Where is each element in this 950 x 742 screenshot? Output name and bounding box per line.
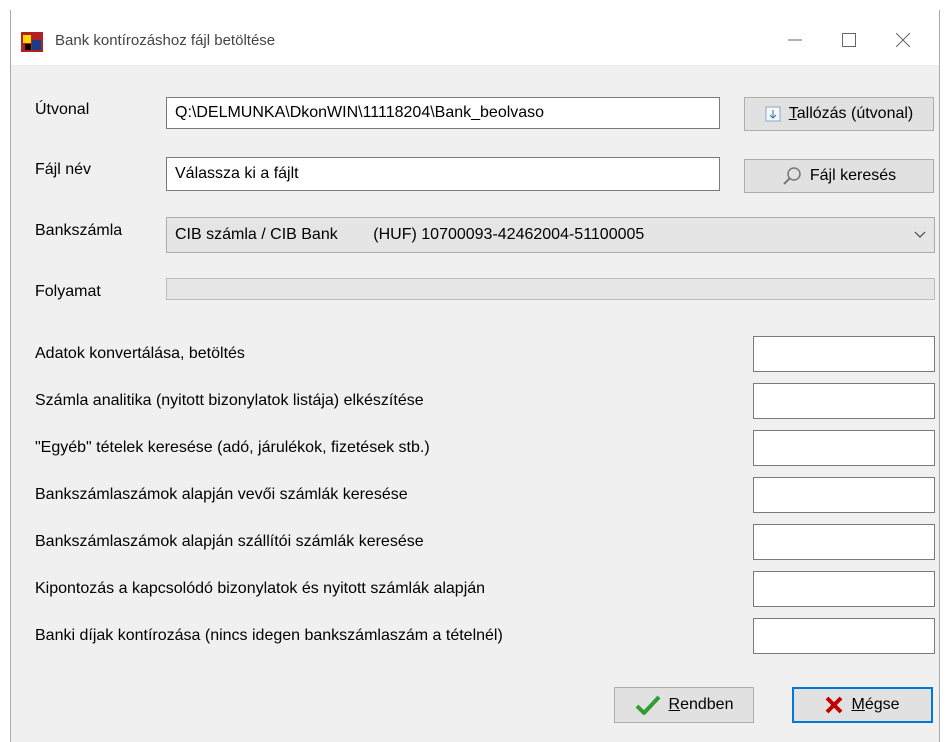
browse-path-label: Tallózás (útvonal) [788, 105, 914, 122]
minimize-icon [788, 39, 802, 41]
step-label: Banki díjak kontírozása (nincs idegen ba… [35, 627, 503, 644]
magnifier-icon [783, 167, 801, 185]
maximize-button[interactable] [829, 24, 869, 56]
ok-label: Rendben [668, 696, 734, 713]
path-input[interactable]: Q:\DELMUNKA\DkonWIN\11118204\Bank_beolva… [166, 97, 720, 129]
ok-button[interactable]: Rendben [614, 687, 754, 723]
progress-label: Folyamat [35, 283, 101, 300]
step-status-box [753, 430, 935, 466]
step-label: Bankszámlaszámok alapján vevői számlák k… [35, 486, 408, 503]
cancel-button[interactable]: Mégse [792, 687, 933, 723]
bank-account-value: CIB számla / CIB Bank (HUF) 10700093-424… [175, 226, 645, 243]
step-label: Adatok konvertálása, betöltés [35, 345, 245, 362]
step-label: Kipontozás a kapcsolódó bizonylatok és n… [35, 580, 486, 597]
file-search-button[interactable]: Fájl keresés [744, 159, 934, 193]
maximize-icon [842, 33, 856, 47]
step-status-box [753, 524, 935, 560]
file-name-input[interactable]: Válassza ki a fájlt [166, 157, 720, 191]
checkmark-icon [635, 695, 660, 715]
x-mark-icon [826, 696, 843, 714]
folder-browse-icon [765, 106, 781, 122]
title-bar[interactable]: Bank kontírozáshoz fájl betöltése [11, 10, 939, 65]
file-name-label: Fájl név [35, 161, 92, 178]
path-label: Útvonal [35, 101, 90, 118]
step-status-box [753, 336, 935, 372]
step-status-box [753, 383, 935, 419]
file-search-label: Fájl keresés [809, 167, 897, 184]
cancel-label: Mégse [851, 696, 900, 713]
step-status-box [753, 571, 935, 607]
step-status-box [753, 477, 935, 513]
close-button[interactable] [883, 24, 923, 56]
close-icon [896, 33, 910, 47]
step-status-box [753, 618, 935, 654]
bank-account-select[interactable]: CIB számla / CIB Bank (HUF) 10700093-424… [166, 217, 935, 253]
chevron-down-icon [914, 231, 926, 238]
progress-bar [166, 278, 935, 300]
step-label: "Egyéb" tételek keresése (adó, járulékok… [35, 439, 430, 456]
browse-path-button[interactable]: Tallózás (útvonal) [744, 97, 934, 131]
bank-account-label: Bankszámla [35, 222, 123, 239]
bank-app-icon [21, 32, 43, 52]
dialog-window: Bank kontírozáshoz fájl betöltése Útvona… [10, 10, 940, 742]
minimize-button[interactable] [775, 24, 815, 56]
step-label: Bankszámlaszámok alapján szállítói száml… [35, 533, 424, 550]
window-title: Bank kontírozáshoz fájl betöltése [55, 32, 276, 49]
step-label: Számla analitika (nyitott bizonylatok li… [35, 392, 424, 409]
